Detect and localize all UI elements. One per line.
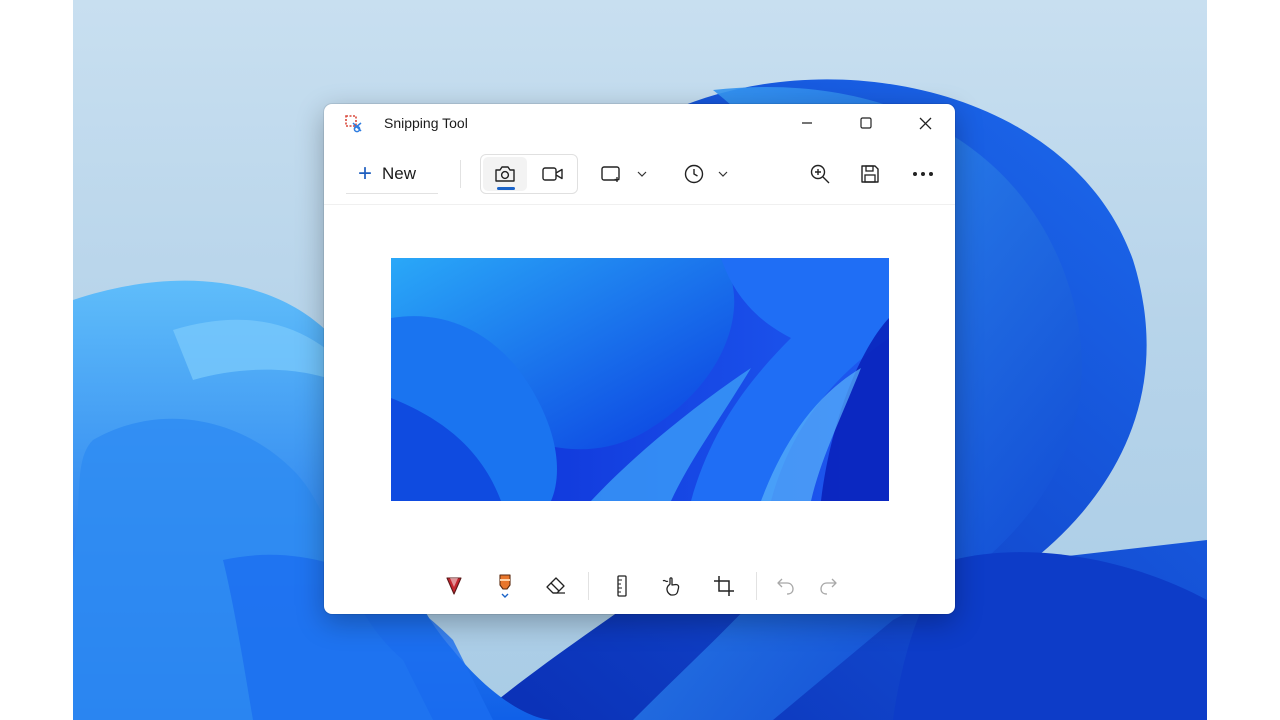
maximize-icon: [860, 117, 872, 129]
screenshot-mode-button[interactable]: [483, 157, 527, 191]
rectangle-snip-icon: [601, 166, 620, 182]
eraser-button[interactable]: [540, 570, 572, 602]
zoom-button[interactable]: [802, 156, 838, 192]
save-button[interactable]: [852, 156, 888, 192]
ballpoint-pen-button[interactable]: [438, 570, 470, 602]
crop-button[interactable]: [708, 570, 740, 602]
touch-writing-icon: [662, 577, 680, 596]
touch-writing-button[interactable]: [657, 570, 689, 602]
snipping-tool-window: Snipping Tool + New: [324, 104, 955, 614]
camera-icon: [495, 166, 515, 182]
undo-icon: [777, 578, 794, 595]
title-bar[interactable]: Snipping Tool: [324, 104, 955, 142]
toolbar-separator: [460, 160, 461, 188]
zoom-in-icon: [810, 164, 830, 184]
captured-image: [391, 258, 889, 501]
snipping-tool-app-icon: [345, 115, 362, 133]
new-snip-button[interactable]: + New: [346, 154, 438, 194]
chevron-down-icon: [718, 171, 728, 177]
ballpoint-pen-icon: [446, 577, 462, 595]
chevron-down-icon: [637, 171, 647, 177]
redo-icon: [820, 578, 837, 595]
redo-button[interactable]: [813, 570, 845, 602]
more-icon: [913, 172, 933, 176]
selected-mode-indicator: [497, 187, 515, 190]
capture-mode-toggle: [480, 154, 578, 194]
close-button[interactable]: [902, 104, 948, 142]
snip-shape-dropdown[interactable]: [592, 154, 656, 194]
more-options-button[interactable]: [904, 156, 942, 192]
close-icon: [919, 117, 931, 129]
plus-icon: +: [358, 159, 373, 187]
highlighter-button[interactable]: [489, 570, 521, 602]
highlighter-icon: [499, 574, 511, 598]
ruler-icon: [617, 575, 627, 597]
minimize-button[interactable]: [784, 104, 830, 142]
minimize-icon: [802, 122, 812, 124]
ruler-button[interactable]: [606, 570, 638, 602]
annotation-separator: [588, 572, 589, 600]
toolbar-divider: [324, 204, 955, 205]
clock-icon: [684, 164, 704, 184]
undo-button[interactable]: [769, 570, 801, 602]
main-toolbar: + New: [324, 152, 955, 196]
eraser-icon: [546, 577, 565, 594]
video-camera-icon: [542, 167, 563, 181]
captured-screenshot-preview[interactable]: [391, 258, 889, 501]
window-title: Snipping Tool: [384, 115, 468, 131]
maximize-button[interactable]: [843, 104, 889, 142]
annotation-toolbar: [324, 564, 955, 608]
crop-icon: [714, 576, 734, 596]
annotation-separator: [756, 572, 757, 600]
new-label: New: [382, 163, 417, 183]
video-mode-button[interactable]: [531, 157, 575, 191]
save-icon: [861, 165, 879, 183]
delay-dropdown[interactable]: [674, 154, 738, 194]
